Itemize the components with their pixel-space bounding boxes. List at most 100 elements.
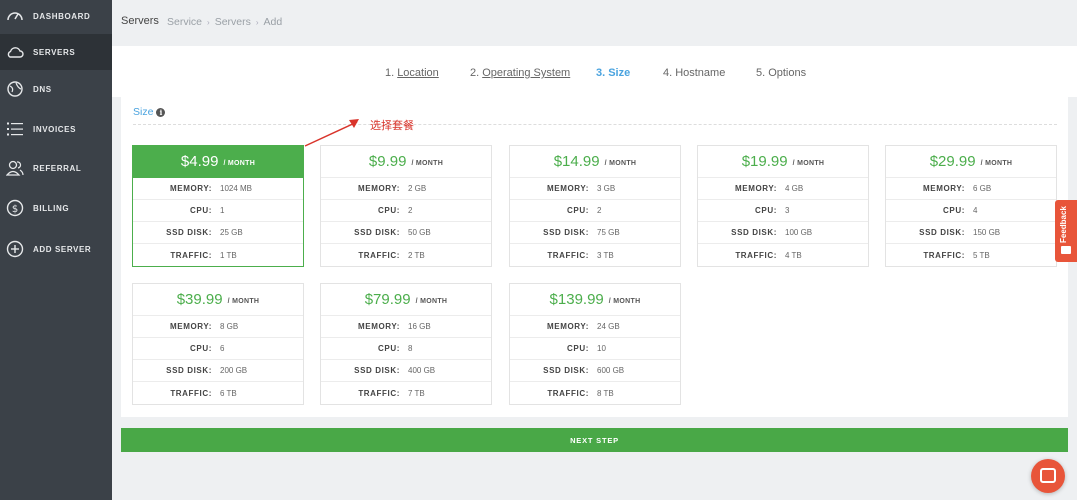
spec-row: SSD DISK: 600 GB [510,360,680,382]
dollar-icon: $ [6,199,24,217]
spec-label: TRAFFIC: [358,250,400,260]
sidebar-item-invoices[interactable]: INVOICES [0,111,112,147]
spec-row: CPU: 4 [886,200,1056,222]
spec-label: TRAFFIC: [170,388,212,398]
plan-price-header: $4.99 / MONTH [133,146,303,178]
spec-value: 6 TB [220,388,237,398]
step-number: 5. [756,67,766,79]
spec-row: TRAFFIC: 1 TB [133,244,303,266]
chevron-right-icon: › [255,17,259,27]
spec-row: MEMORY: 24 GB [510,316,680,338]
breadcrumb-item[interactable]: Servers [215,16,251,28]
sidebar-item-dashboard[interactable]: DASHBOARD [0,0,112,34]
sidebar: DASHBOARD SERVERS DNS INVOICES REFERRAL … [0,0,112,500]
spec-value: 3 TB [597,250,614,260]
plan-card[interactable]: $9.99 / MONTH MEMORY: 2 GB CPU: 2 SSD DI… [320,145,492,267]
sidebar-item-referral[interactable]: REFERRAL [0,150,112,186]
step-options: 5. Options [756,67,806,79]
cloud-icon [7,47,24,58]
chat-button[interactable] [1031,459,1065,493]
svg-text:$: $ [12,204,18,215]
spec-value: 24 GB [597,322,620,331]
spec-row: SSD DISK: 400 GB [321,360,491,382]
plan-price: $9.99 [368,153,407,170]
plan-period: / MONTH [792,159,825,167]
next-step-button[interactable]: NEXT STEP [121,428,1068,452]
spec-row: MEMORY: 2 GB [321,178,491,200]
plan-period: / MONTH [227,297,260,305]
spec-row: MEMORY: 8 GB [133,316,303,338]
plan-card[interactable]: $29.99 / MONTH MEMORY: 6 GB CPU: 4 SSD D… [885,145,1057,267]
spec-row: SSD DISK: 150 GB [886,222,1056,244]
spec-value: 3 GB [597,184,616,193]
plan-price-header: $9.99 / MONTH [321,146,491,178]
plan-price: $79.99 [364,291,411,308]
plan-card[interactable]: $139.99 / MONTH MEMORY: 24 GB CPU: 10 SS… [509,283,681,405]
plan-card[interactable]: $79.99 / MONTH MEMORY: 16 GB CPU: 8 SSD … [320,283,492,405]
spec-label: MEMORY: [358,322,400,331]
spec-value: 2 TB [408,250,425,260]
spec-value: 1024 MB [220,184,253,193]
plan-period: / MONTH [604,159,637,167]
plan-period: / MONTH [223,159,256,167]
plan-card[interactable]: $19.99 / MONTH MEMORY: 4 GB CPU: 3 SSD D… [697,145,869,267]
spec-row: CPU: 3 [698,200,868,222]
step-label[interactable]: Location [397,67,439,79]
spec-value: 50 GB [408,228,431,237]
spec-value: 7 TB [408,388,425,398]
spec-label: TRAFFIC: [547,250,589,260]
plan-price: $19.99 [741,153,788,170]
sidebar-item-servers[interactable]: SERVERS [0,34,112,70]
sidebar-item-label: SERVERS [33,47,76,57]
plan-period: / MONTH [411,159,444,167]
breadcrumb: Service › Servers › Add [167,16,282,28]
spec-label: SSD DISK: [166,228,212,237]
spec-row: SSD DISK: 100 GB [698,222,868,244]
step-label[interactable]: Operating System [482,67,570,79]
spec-row: MEMORY: 16 GB [321,316,491,338]
plan-price: $29.99 [929,153,976,170]
spec-label: CPU: [190,344,212,353]
spec-value: 6 [220,344,225,353]
sidebar-item-label: REFERRAL [33,163,82,173]
feedback-tab[interactable]: Feedback [1055,200,1077,262]
sidebar-item-label: DNS [33,84,52,94]
spec-row: SSD DISK: 25 GB [133,222,303,244]
info-icon[interactable]: i [156,107,166,117]
spec-label: CPU: [378,206,400,215]
spec-label: SSD DISK: [354,366,400,375]
plan-card[interactable]: $4.99 / MONTH MEMORY: 1024 MB CPU: 1 SSD… [132,145,304,267]
spec-value: 1 TB [220,250,237,260]
spec-row: MEMORY: 1024 MB [133,178,303,200]
spec-row: SSD DISK: 75 GB [510,222,680,244]
spec-label: MEMORY: [170,322,212,331]
spec-label: CPU: [567,206,589,215]
plan-card[interactable]: $39.99 / MONTH MEMORY: 8 GB CPU: 6 SSD D… [132,283,304,405]
step-operating-system[interactable]: 2. Operating System [470,67,570,79]
spec-value: 16 GB [408,322,431,331]
list-icon [7,122,23,136]
spec-label: SSD DISK: [543,366,589,375]
step-location[interactable]: 1. Location [385,67,439,79]
plan-card[interactable]: $14.99 / MONTH MEMORY: 3 GB CPU: 2 SSD D… [509,145,681,267]
spec-value: 2 [408,206,413,215]
step-label: Options [768,67,807,79]
page-title: Servers [121,15,159,27]
spec-value: 3 [785,206,790,215]
spec-value: 8 [408,344,413,353]
spec-value: 100 GB [785,228,813,237]
sidebar-item-billing[interactable]: $ BILLING [0,190,112,226]
spec-label: TRAFFIC: [358,388,400,398]
breadcrumb-item: Add [263,16,283,28]
breadcrumb-item[interactable]: Service [167,16,202,28]
spec-value: 5 TB [973,250,990,260]
globe-icon [7,81,23,97]
sidebar-item-label: INVOICES [33,124,77,134]
spec-value: 75 GB [597,228,620,237]
spec-row: TRAFFIC: 8 TB [510,382,680,404]
sidebar-item-dns[interactable]: DNS [0,71,112,107]
spec-row: CPU: 2 [321,200,491,222]
sidebar-item-add-server[interactable]: ADD SERVER [0,231,112,267]
feedback-icon [1061,246,1071,254]
plan-price: $139.99 [549,291,604,308]
